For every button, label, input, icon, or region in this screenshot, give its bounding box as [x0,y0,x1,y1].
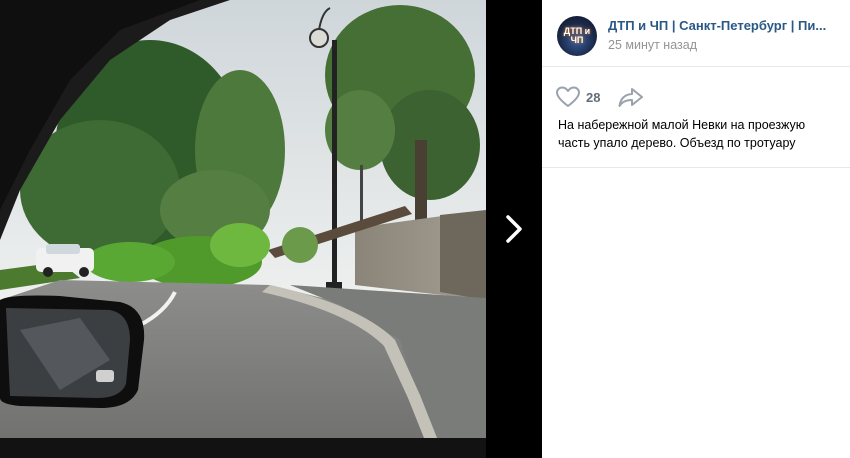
post-sidebar: ДТП и ЧП ДТП и ЧП | Санкт-Петербург | Пи… [542,0,850,458]
post-header: ДТП и ЧП ДТП и ЧП | Санкт-Петербург | Пи… [542,0,850,67]
fallen-tree-photo [0,0,486,458]
group-avatar[interactable]: ДТП и ЧП [557,16,597,56]
divider [542,167,850,168]
share-button[interactable] [618,86,644,108]
share-arrow-icon [618,88,644,107]
avatar-logo-text: ДТП и ЧП [563,26,591,45]
post-timestamp[interactable]: 25 минут назад [608,38,697,52]
post-actions: 28 [556,85,644,109]
photo-viewer [0,0,542,458]
post-photo[interactable] [0,0,486,458]
heart-icon [556,86,580,107]
post-text: На набережной малой Невки на проезжую ча… [558,118,806,150]
next-photo-button[interactable] [486,0,542,458]
chevron-right-icon [506,215,522,243]
like-count: 28 [586,89,601,105]
group-name-link[interactable]: ДТП и ЧП | Санкт-Петербург | Пи... [608,18,840,33]
like-button[interactable]: 28 [556,86,600,108]
